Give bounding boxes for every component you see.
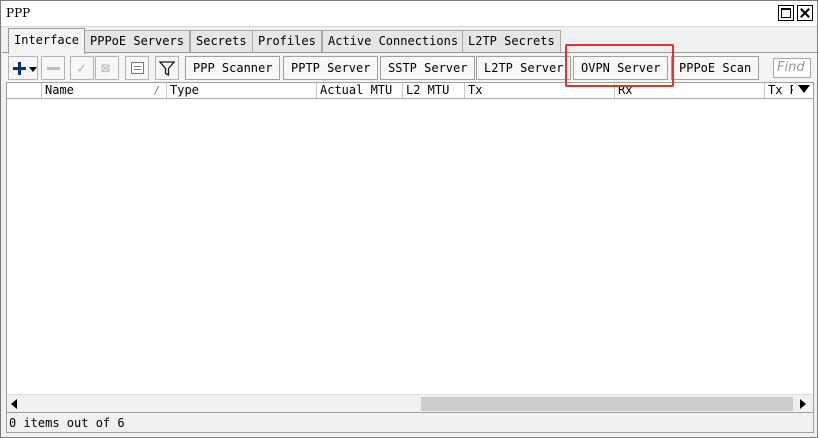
sort-indicator: / <box>153 84 160 97</box>
column-menu-icon[interactable] <box>798 85 810 93</box>
l2tp-server-button[interactable]: L2TP Server <box>476 56 572 80</box>
disable-x-icon: ⊠ <box>101 59 111 77</box>
column-name[interactable]: Name / <box>42 83 167 98</box>
scroll-left-icon[interactable] <box>11 399 17 409</box>
comment-button[interactable] <box>125 56 149 80</box>
scroll-right-icon[interactable] <box>800 399 806 409</box>
tab-profiles[interactable]: Profiles <box>252 30 322 52</box>
interface-table: Name / Type Actual MTU L2 MTU Tx Rx Tx P <box>6 82 814 412</box>
title-bar: PPP <box>1 1 817 27</box>
item-count: 0 items out of 6 <box>9 416 125 430</box>
disable-button[interactable]: ⊠ <box>95 56 119 80</box>
tab-secrets[interactable]: Secrets <box>190 30 253 52</box>
sstp-server-button[interactable]: SSTP Server <box>380 56 476 80</box>
pptp-server-button[interactable]: PPTP Server <box>283 56 379 80</box>
table-header: Name / Type Actual MTU L2 MTU Tx Rx Tx P <box>7 83 813 99</box>
tab-interface[interactable]: Interface <box>8 28 86 54</box>
enable-button[interactable]: ✓ <box>70 56 94 80</box>
add-button[interactable] <box>8 56 38 80</box>
tab-pppoe-servers[interactable]: PPPoE Servers <box>84 30 190 52</box>
enable-check-icon: ✓ <box>77 59 87 77</box>
filter-button[interactable] <box>155 56 179 80</box>
remove-icon <box>47 67 60 70</box>
maximize-icon <box>781 8 791 18</box>
pppoe-scan-button[interactable]: PPPoE Scan <box>671 56 760 80</box>
scrollbar-thumb[interactable] <box>421 397 793 411</box>
column-actual-mtu[interactable]: Actual MTU <box>317 83 403 98</box>
maximize-button[interactable] <box>778 5 794 21</box>
column-tx-packets[interactable]: Tx P <box>765 83 793 98</box>
tab-bar: Interface PPPoE Servers Secrets Profiles… <box>1 28 817 54</box>
column-type[interactable]: Type <box>167 83 317 98</box>
tab-active-connections[interactable]: Active Connections <box>322 30 465 52</box>
find-input[interactable]: Find <box>773 58 811 78</box>
close-button[interactable] <box>797 5 813 21</box>
column-select[interactable] <box>7 83 42 98</box>
comment-icon <box>131 62 144 74</box>
column-l2-mtu[interactable]: L2 MTU <box>403 83 465 98</box>
horizontal-scrollbar[interactable] <box>7 394 813 412</box>
remove-button[interactable] <box>41 56 65 80</box>
filter-icon <box>159 61 175 77</box>
ppp-scanner-button[interactable]: PPP Scanner <box>185 56 281 80</box>
toolbar: ✓ ⊠ PPP Scanner PPTP Server SSTP Server … <box>2 52 817 82</box>
status-bar: 0 items out of 6 <box>6 412 814 433</box>
window-title: PPP <box>6 6 31 20</box>
ppp-window: PPP Interface PPPoE Servers Secrets Prof… <box>0 0 818 438</box>
dropdown-arrow-icon <box>29 67 37 72</box>
tab-l2tp-secrets[interactable]: L2TP Secrets <box>462 30 561 52</box>
highlight-box <box>565 44 674 87</box>
